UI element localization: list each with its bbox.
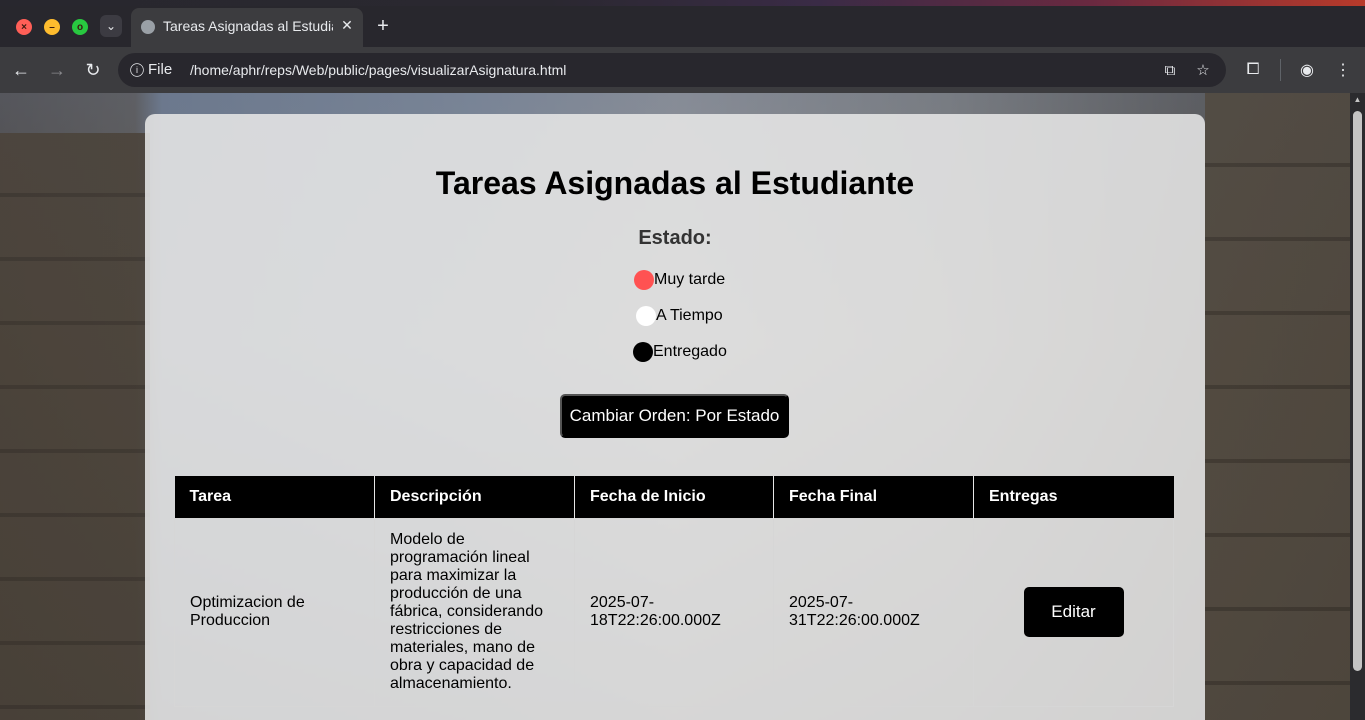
chevron-down-icon: ⌄ [105, 19, 117, 33]
tab-title: Tareas Asignadas al Estudiante [163, 18, 333, 34]
cell-fecha-inicio: 2025-07-18T22:26:00.000Z [574, 517, 774, 707]
column-header-fecha-final: Fecha Final [773, 476, 974, 518]
bookmark-star-icon[interactable]: ☆ [1193, 60, 1213, 80]
tasks-table: Tarea Descripción Fecha de Inicio Fecha … [174, 476, 1174, 707]
content-card: Tareas Asignadas al Estudiante Estado: M… [145, 114, 1205, 720]
new-tab-button[interactable]: + [372, 15, 394, 37]
background-building-right [1205, 93, 1350, 720]
cell-entregas: Editar [973, 517, 1174, 707]
back-button[interactable]: ← [9, 58, 33, 82]
page-scrollbar[interactable]: ▲ [1350, 93, 1365, 720]
browser-toolbar: ← → ↻ i File /home/aphr/reps/Web/public/… [0, 47, 1365, 93]
column-header-fecha-inicio: Fecha de Inicio [574, 476, 774, 518]
column-header-tarea: Tarea [174, 476, 375, 518]
status-dot-delivered [633, 342, 653, 362]
globe-icon [141, 20, 155, 34]
column-header-entregas: Entregas [973, 476, 1174, 518]
edit-button[interactable]: Editar [1023, 587, 1124, 637]
scrollbar-thumb[interactable] [1353, 111, 1362, 671]
toolbar-divider [1280, 59, 1281, 81]
legend-label: Muy tarde [654, 271, 726, 288]
table-row: Optimizacion de Produccion Modelo de pro… [174, 517, 1174, 707]
legend-label: A Tiempo [656, 307, 723, 324]
tab-strip: × – o ⌄ Tareas Asignadas al Estudiante ✕… [0, 0, 1365, 47]
cell-fecha-final: 2025-07-31T22:26:00.000Z [773, 517, 974, 707]
address-bar[interactable]: i File /home/aphr/reps/Web/public/pages/… [118, 53, 1226, 87]
browser-tab-active[interactable]: Tareas Asignadas al Estudiante ✕ [131, 8, 363, 47]
tab-search-button[interactable]: ⌄ [100, 15, 122, 37]
forward-button[interactable]: → [45, 58, 69, 82]
status-dot-on-time [636, 306, 656, 326]
window-close-button[interactable]: × [16, 19, 32, 35]
plus-icon: + [377, 14, 389, 37]
site-scheme-label[interactable]: File [148, 61, 172, 78]
window-minimize-button[interactable]: – [44, 19, 60, 35]
page-title: Tareas Asignadas al Estudiante [435, 165, 915, 201]
window-maximize-button[interactable]: o [72, 19, 88, 35]
reload-icon: ↻ [85, 59, 101, 80]
scroll-up-arrow-icon[interactable]: ▲ [1353, 95, 1362, 104]
column-header-descripcion: Descripción [374, 476, 575, 518]
tab-close-button[interactable]: ✕ [339, 17, 355, 35]
cell-tarea: Optimizacion de Produccion [174, 517, 375, 707]
table-header-row: Tarea Descripción Fecha de Inicio Fecha … [174, 476, 1174, 518]
profile-avatar-icon[interactable]: ◉ [1296, 59, 1318, 81]
legend-item-muy-tarde: Muy tarde [634, 269, 725, 291]
legend-label: Entregado [653, 343, 727, 360]
reload-button[interactable]: ↻ [81, 58, 105, 82]
translate-icon[interactable]: ⧉ [1160, 60, 1180, 80]
kebab-menu-icon[interactable]: ⋮ [1332, 59, 1354, 81]
cell-descripcion: Modelo de programación lineal para maxim… [374, 517, 575, 707]
extensions-puzzle-icon[interactable]: ⧠ [1242, 59, 1264, 81]
url-text[interactable]: /home/aphr/reps/Web/public/pages/visuali… [190, 62, 566, 78]
background-building-left [0, 133, 150, 720]
close-icon: ✕ [341, 17, 353, 33]
change-order-button[interactable]: Cambiar Orden: Por Estado [560, 394, 789, 438]
page-viewport: Tareas Asignadas al Estudiante Estado: M… [0, 93, 1350, 720]
arrow-left-icon: ← [12, 59, 30, 80]
legend-item-a-tiempo: A Tiempo [636, 305, 723, 327]
estado-heading: Estado: [638, 227, 712, 249]
arrow-right-icon: → [48, 59, 66, 80]
status-dot-late [634, 270, 654, 290]
info-icon[interactable]: i [130, 63, 144, 77]
legend-item-entregado: Entregado [633, 341, 727, 363]
